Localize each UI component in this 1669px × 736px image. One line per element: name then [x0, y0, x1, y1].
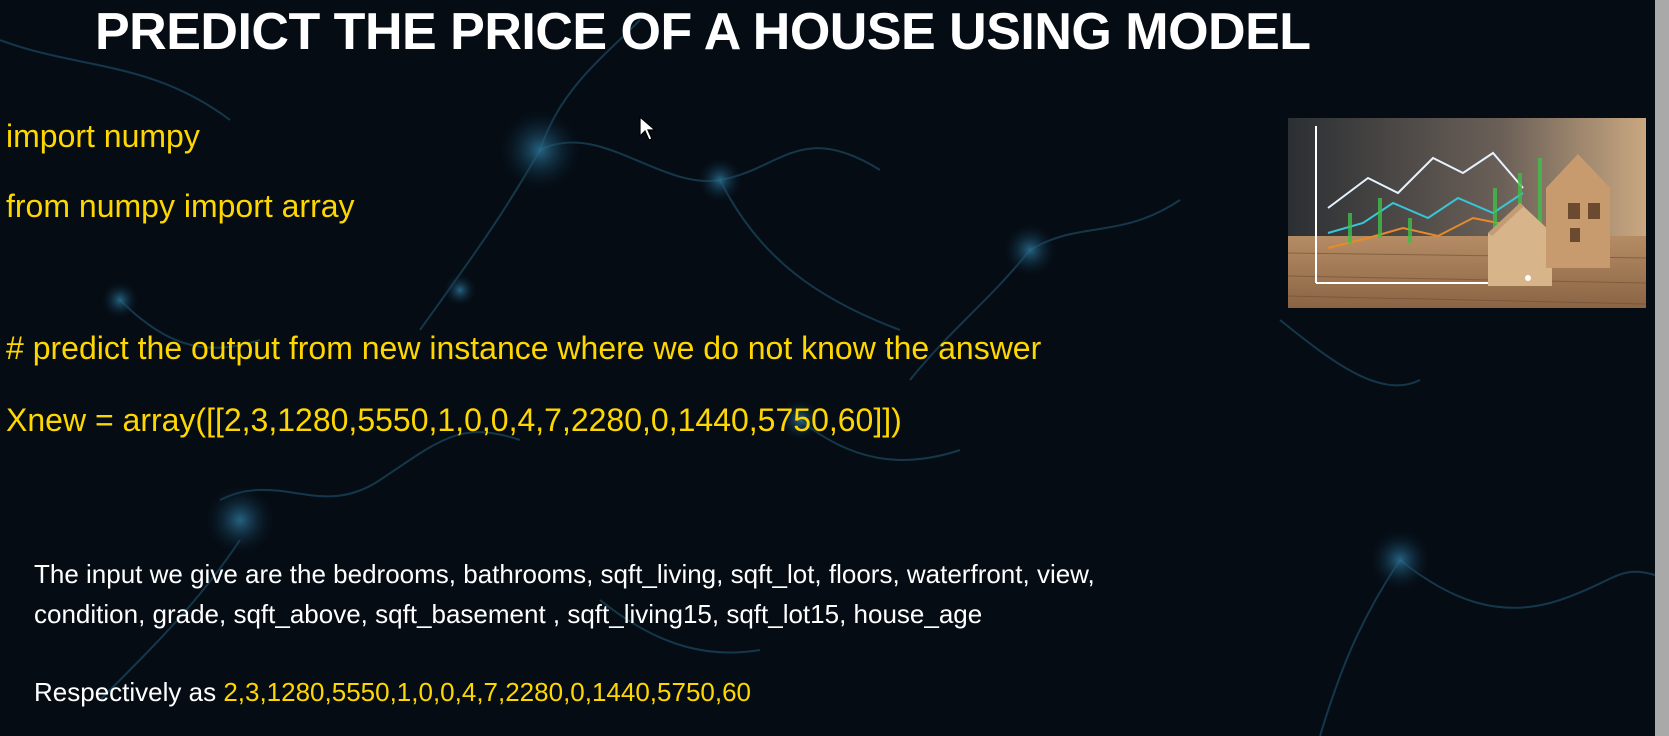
respectively-prefix: Respectively as	[34, 677, 224, 707]
respectively-line: Respectively as 2,3,1280,5550,1,0,0,4,7,…	[34, 677, 751, 708]
code-comment: # predict the output from new instance w…	[6, 330, 1042, 366]
code-xnew: Xnew = array([[2,3,1280,5550,1,0,0,4,7,2…	[6, 402, 902, 438]
house-chart-photo	[1288, 118, 1646, 308]
respectively-values: 2,3,1280,5550,1,0,0,4,7,2280,0,1440,5750…	[223, 677, 752, 707]
mouse-cursor-icon	[639, 116, 657, 141]
window-edge	[1655, 0, 1669, 736]
description-line-2: condition, grade, sqft_above, sqft_basem…	[34, 599, 983, 629]
description-line-1: The input we give are the bedrooms, bath…	[34, 559, 1095, 589]
code-import-numpy: import numpy	[6, 118, 200, 154]
slide-title: PREDICT THE PRICE OF A HOUSE USING MODEL	[95, 3, 1311, 61]
code-import-array: from numpy import array	[6, 188, 355, 224]
